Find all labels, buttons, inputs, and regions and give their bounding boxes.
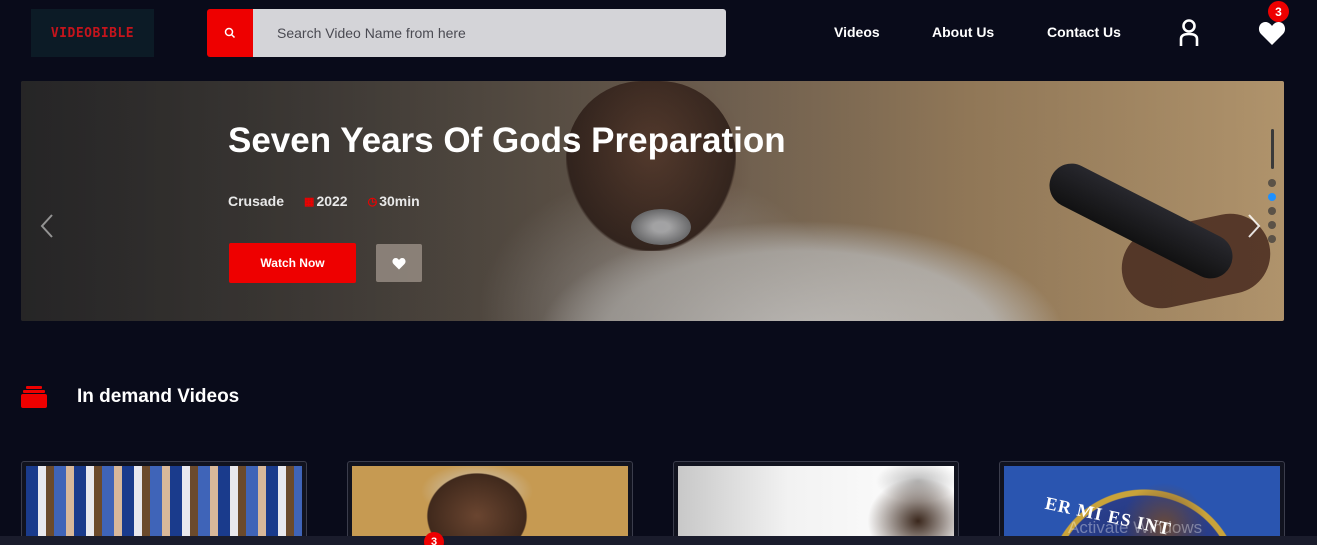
video-thumbnail <box>26 466 302 545</box>
hero-carousel: Seven Years Of Gods Preparation Crusade … <box>21 81 1284 321</box>
video-thumbnail <box>678 466 954 545</box>
slide-dot[interactable] <box>1268 179 1276 187</box>
hero-year: 2022 <box>316 193 348 209</box>
heart-icon <box>392 257 406 269</box>
video-thumbnail <box>352 466 628 545</box>
hero-year-item: ▦ 2022 <box>304 193 348 209</box>
hero-category: Crusade <box>228 193 285 209</box>
nav-link-about[interactable]: About Us <box>932 24 994 40</box>
next-slide-arrow[interactable] <box>1243 211 1263 241</box>
favorites-count-badge: 3 <box>1268 1 1289 22</box>
heart-icon[interactable] <box>1258 20 1286 46</box>
hero-title: Seven Years Of Gods Preparation <box>228 121 786 160</box>
search-button[interactable] <box>207 9 253 57</box>
logo-text: VIDEOBIBLE <box>50 25 135 41</box>
slide-dot[interactable] <box>1268 221 1276 229</box>
windows-activation-watermark: Activate Windows <box>1068 518 1203 537</box>
video-card[interactable] <box>347 461 633 545</box>
hero-overlay <box>21 81 1284 321</box>
hero-duration-item: ◷ 30min <box>368 193 420 209</box>
slide-dot-active[interactable] <box>1268 193 1276 201</box>
slide-dot[interactable] <box>1268 207 1276 215</box>
nav-link-videos[interactable]: Videos <box>834 24 880 40</box>
search-bar <box>207 9 726 57</box>
user-icon[interactable] <box>1176 19 1202 47</box>
site-logo[interactable]: VIDEOBIBLE <box>31 9 154 57</box>
clock-icon: ◷ <box>367 195 378 208</box>
watch-now-button[interactable]: Watch Now <box>229 243 356 283</box>
nav-link-contact[interactable]: Contact Us <box>1047 24 1121 40</box>
bottom-count-badge: 3 <box>424 532 444 545</box>
video-card[interactable] <box>673 461 959 545</box>
slide-dot[interactable] <box>1268 235 1276 243</box>
calendar-icon: ▦ <box>304 195 315 208</box>
add-favorite-button[interactable] <box>376 244 422 282</box>
hero-duration: 30min <box>379 193 420 209</box>
slide-indicators <box>1268 129 1276 243</box>
video-stack-icon <box>21 386 47 408</box>
previous-slide-arrow[interactable] <box>38 211 58 241</box>
scroll-line <box>1270 129 1274 169</box>
section-header: In demand Videos <box>21 386 239 408</box>
search-icon <box>224 27 236 39</box>
video-card[interactable] <box>21 461 307 545</box>
search-input[interactable] <box>253 9 726 57</box>
top-navbar: VIDEOBIBLE Videos About Us Contact Us 3 <box>0 0 1317 70</box>
section-title: In demand Videos <box>77 386 240 407</box>
hero-meta: Crusade ▦ 2022 ◷ 30min <box>228 193 420 209</box>
